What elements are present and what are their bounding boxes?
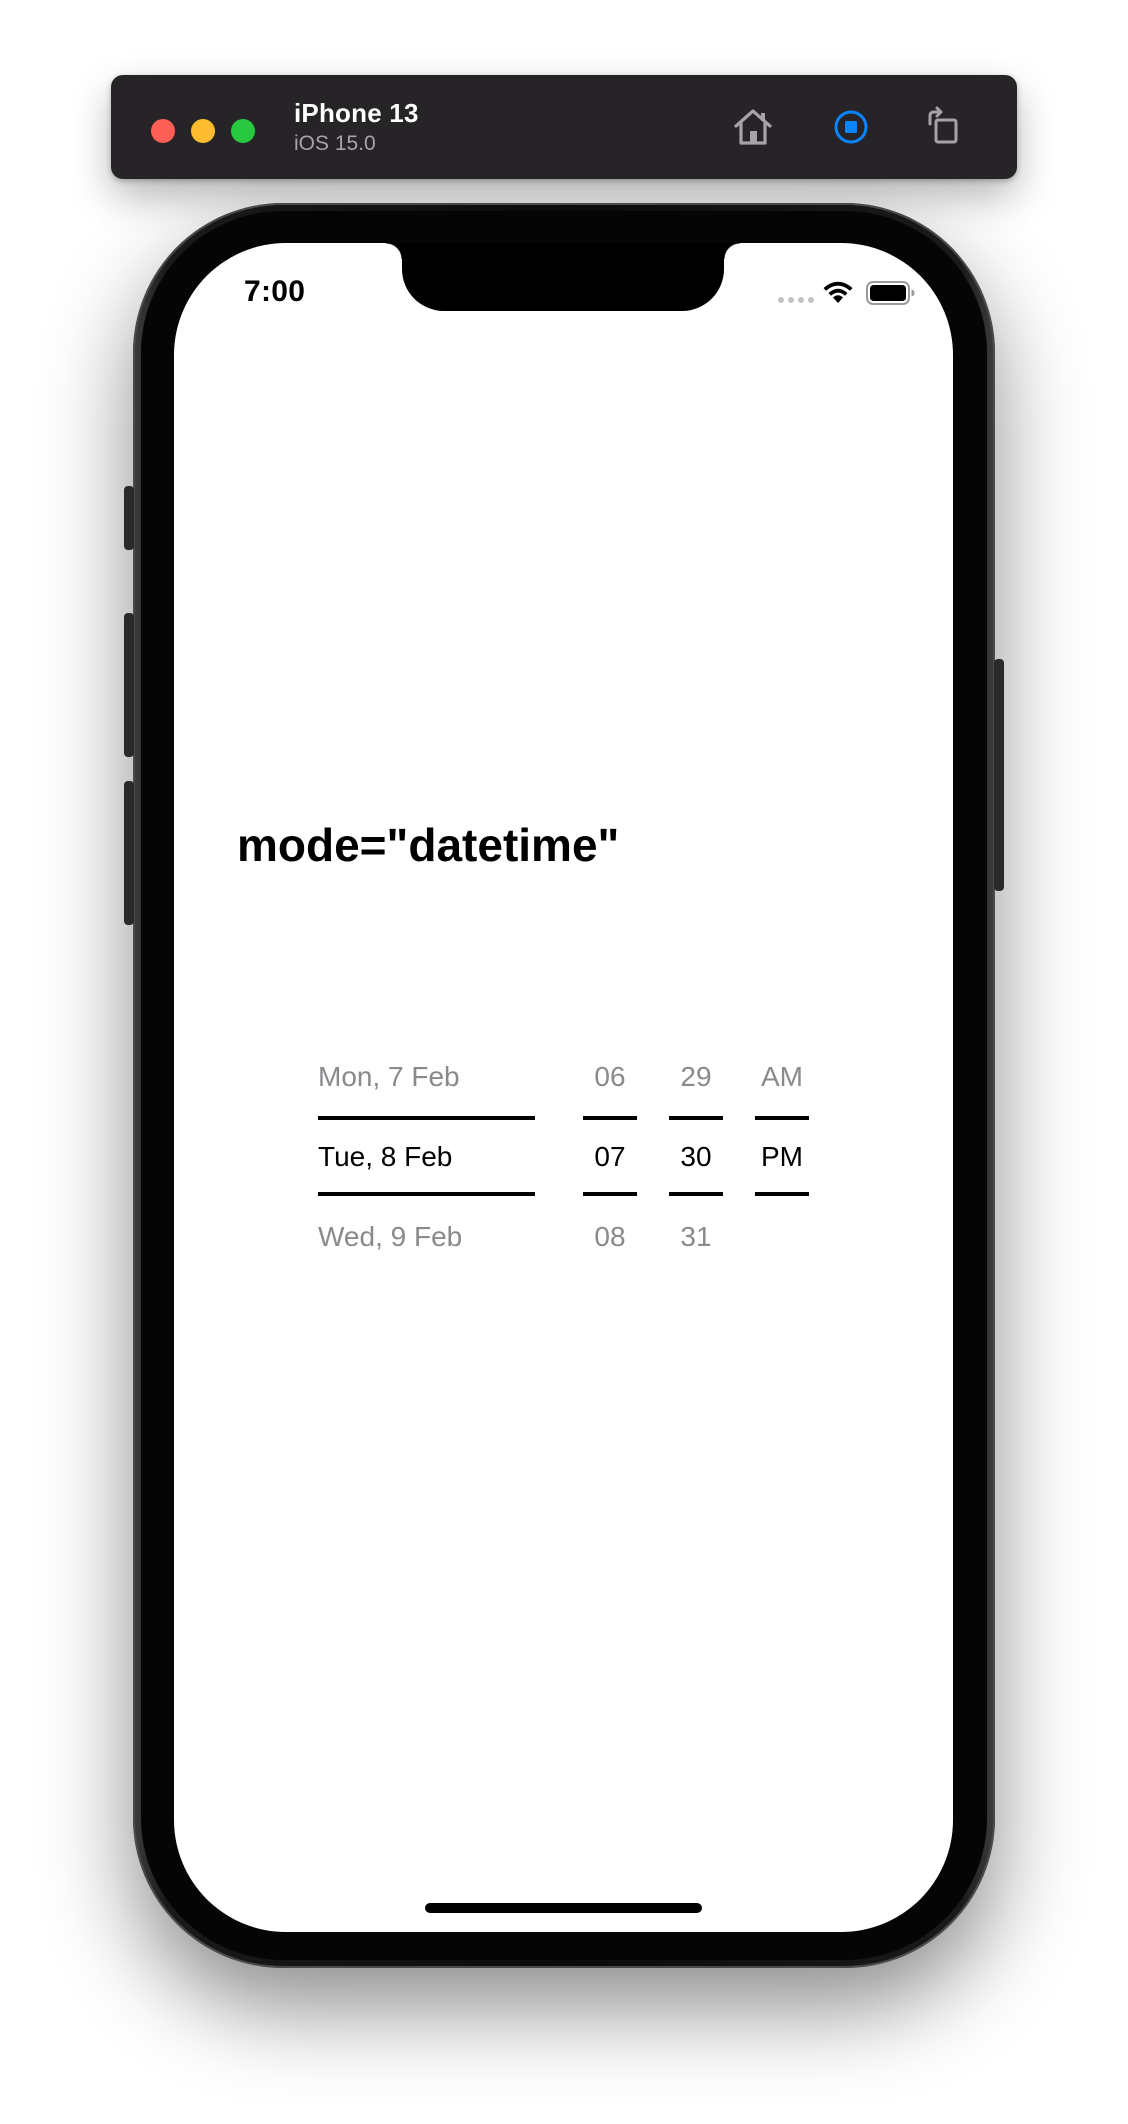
- home-indicator[interactable]: [425, 1903, 702, 1913]
- mute-switch: [124, 486, 134, 550]
- device-name: iPhone 13: [294, 98, 419, 128]
- minute-option-selected[interactable]: 30: [669, 1141, 723, 1173]
- home-icon: [734, 109, 772, 145]
- date-selection-line-top: [318, 1116, 535, 1120]
- stop-button[interactable]: [827, 103, 875, 151]
- hour-option-previous[interactable]: 06: [583, 1061, 637, 1093]
- os-version: iOS 15.0: [294, 132, 376, 155]
- hour-option-next[interactable]: 08: [583, 1221, 637, 1253]
- minute-option-next[interactable]: 31: [669, 1221, 723, 1253]
- date-option-previous[interactable]: Mon, 7 Feb: [318, 1061, 460, 1093]
- simulator-title-bar: iPhone 13 iOS 15.0: [111, 75, 1017, 179]
- datetime-picker[interactable]: Mon, 7 Feb Tue, 8 Feb Wed, 9 Feb 06 07 0…: [174, 243, 953, 1932]
- minute-option-previous[interactable]: 29: [669, 1061, 723, 1093]
- window-zoom-button[interactable]: [231, 119, 255, 143]
- hour-selection-line-top: [583, 1116, 637, 1120]
- window-close-button[interactable]: [151, 119, 175, 143]
- date-selection-line-bottom: [318, 1192, 535, 1196]
- volume-up-button: [124, 613, 134, 757]
- rotate-icon: [928, 106, 958, 144]
- period-option-am[interactable]: AM: [755, 1061, 809, 1093]
- window-minimize-button[interactable]: [191, 119, 215, 143]
- minute-selection-line-top: [669, 1116, 723, 1120]
- period-option-pm[interactable]: PM: [755, 1141, 809, 1173]
- period-selection-line-top: [755, 1116, 809, 1120]
- date-option-selected[interactable]: Tue, 8 Feb: [318, 1141, 452, 1173]
- hour-selection-line-bottom: [583, 1192, 637, 1196]
- period-selection-line-bottom: [755, 1192, 809, 1196]
- volume-down-button: [124, 781, 134, 925]
- stop-icon: [834, 110, 868, 144]
- hour-option-selected[interactable]: 07: [583, 1141, 637, 1173]
- home-button[interactable]: [729, 103, 777, 151]
- rotate-button[interactable]: [919, 103, 967, 151]
- phone-screen: 7:00 mode="datetime" Mon, 7 Feb Tue, 8 F…: [174, 243, 953, 1932]
- minute-selection-line-bottom: [669, 1192, 723, 1196]
- power-button: [994, 659, 1004, 891]
- date-option-next[interactable]: Wed, 9 Feb: [318, 1221, 462, 1253]
